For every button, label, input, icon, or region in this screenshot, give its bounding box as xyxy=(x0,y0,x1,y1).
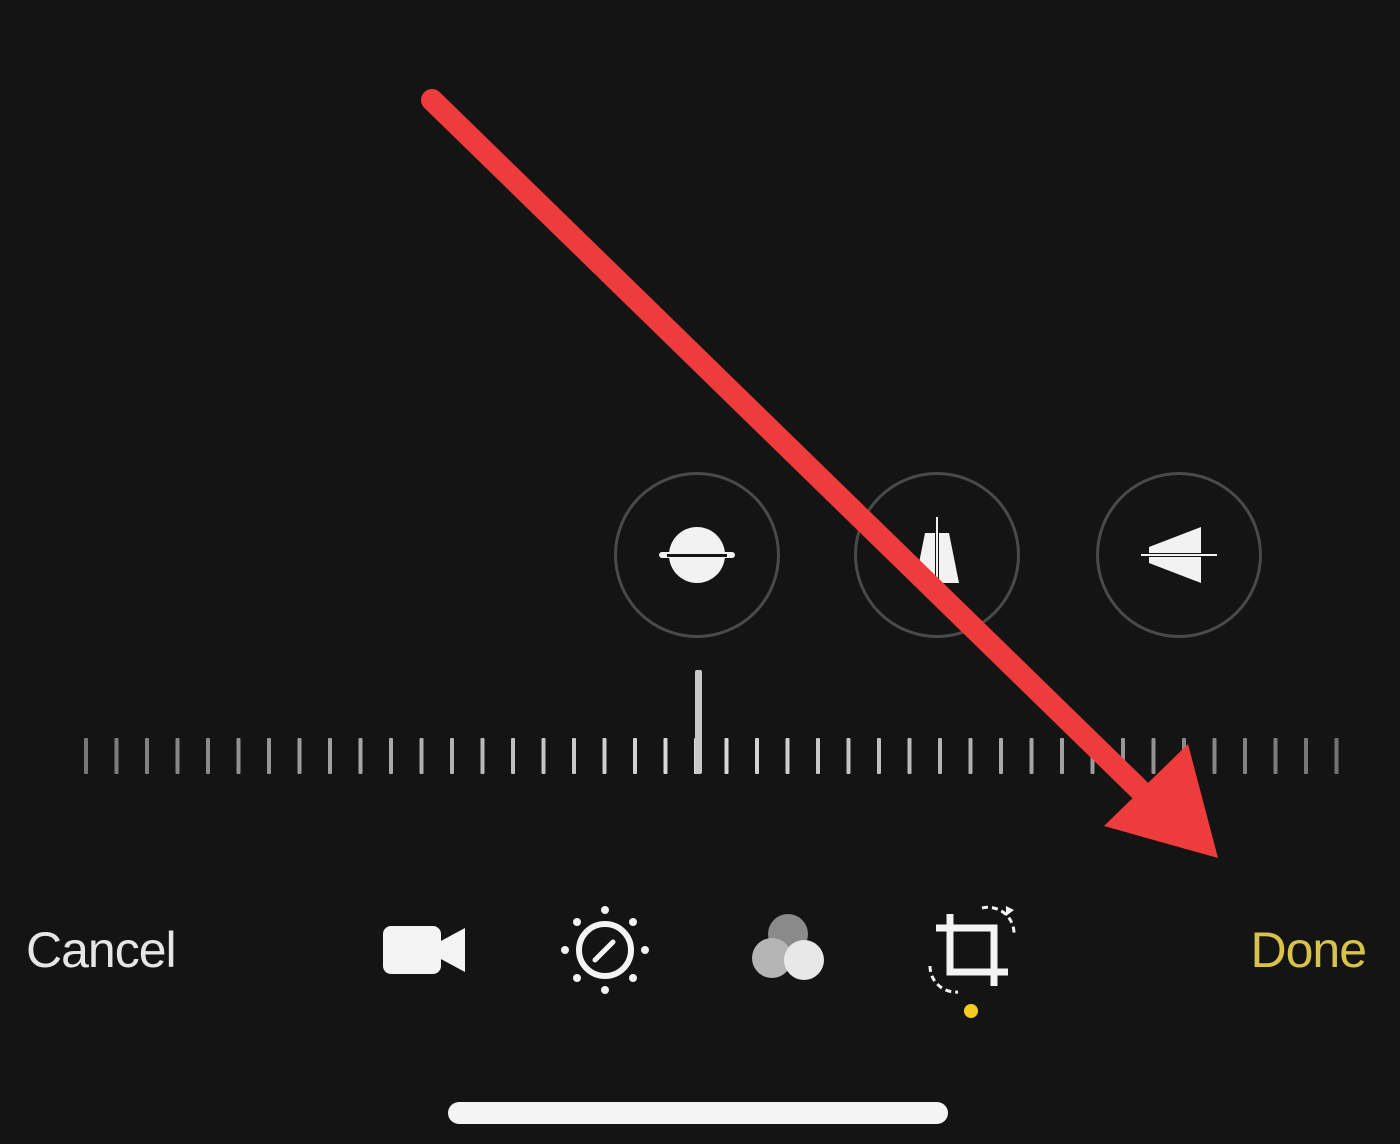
ruler-tick xyxy=(511,738,515,774)
vertical-perspective-icon xyxy=(915,517,959,593)
ruler-tick xyxy=(236,738,241,774)
horizontal-perspective-icon xyxy=(1141,527,1217,583)
ruler-tick xyxy=(1182,738,1186,774)
ruler-tick xyxy=(999,738,1003,774)
ruler-tick xyxy=(1151,738,1156,774)
straighten-button[interactable] xyxy=(614,472,780,638)
active-tool-indicator xyxy=(964,1004,978,1018)
ruler-tick xyxy=(358,738,363,774)
ruler-tick xyxy=(602,738,607,774)
ruler-tick xyxy=(267,738,271,774)
ruler-center-indicator xyxy=(695,670,702,774)
ruler-tick xyxy=(328,738,332,774)
ruler-tick xyxy=(450,738,454,774)
ruler-tick xyxy=(663,738,668,774)
straighten-icon xyxy=(659,527,735,583)
ruler-tick xyxy=(1121,738,1125,774)
ruler-tick xyxy=(938,738,942,774)
ruler-tick xyxy=(175,738,180,774)
adjust-tool-button[interactable] xyxy=(555,900,655,1000)
vertical-perspective-button[interactable] xyxy=(854,472,1020,638)
ruler-tick xyxy=(755,738,759,774)
ruler-tick xyxy=(1060,738,1064,774)
horizontal-perspective-button[interactable] xyxy=(1096,472,1262,638)
done-button[interactable]: Done xyxy=(1250,918,1367,982)
ruler-tick xyxy=(846,738,851,774)
adjust-dial-icon xyxy=(561,906,649,994)
crop-rotate-icon xyxy=(928,905,1016,994)
crop-tool-button[interactable] xyxy=(922,900,1022,1000)
ruler-tick xyxy=(1304,738,1308,774)
ruler-tick xyxy=(206,738,210,774)
ruler-tick xyxy=(1090,738,1095,774)
ruler-tick xyxy=(968,738,973,774)
ruler-tick xyxy=(1212,738,1217,774)
ruler-tick xyxy=(724,738,729,774)
ruler-tick xyxy=(877,738,881,774)
ruler-tick xyxy=(114,738,119,774)
ruler-tick xyxy=(1334,738,1339,774)
ruler-tick xyxy=(145,738,149,774)
ruler-tick xyxy=(297,738,302,774)
ruler-tick xyxy=(907,738,912,774)
cancel-button[interactable]: Cancel xyxy=(26,918,177,982)
ruler-tick xyxy=(785,738,790,774)
ruler-tick xyxy=(1029,738,1034,774)
photo-edit-screen: Cancel Done xyxy=(0,0,1400,1144)
home-indicator[interactable] xyxy=(448,1102,948,1124)
ruler-ticks xyxy=(84,670,1339,774)
filters-icon xyxy=(752,914,824,980)
video-camera-icon xyxy=(383,926,465,974)
ruler-tick xyxy=(419,738,424,774)
video-tool-button[interactable] xyxy=(374,900,474,1000)
ruler-tick xyxy=(480,738,485,774)
ruler-tick xyxy=(572,738,576,774)
ruler-tick xyxy=(816,738,820,774)
ruler-tick xyxy=(389,738,393,774)
ruler-tick xyxy=(84,738,88,774)
straighten-ruler[interactable] xyxy=(60,660,1340,780)
ruler-tick xyxy=(633,738,637,774)
ruler-tick xyxy=(541,738,546,774)
ruler-tick xyxy=(1273,738,1278,774)
ruler-tick xyxy=(1243,738,1247,774)
filters-tool-button[interactable] xyxy=(738,900,838,1000)
